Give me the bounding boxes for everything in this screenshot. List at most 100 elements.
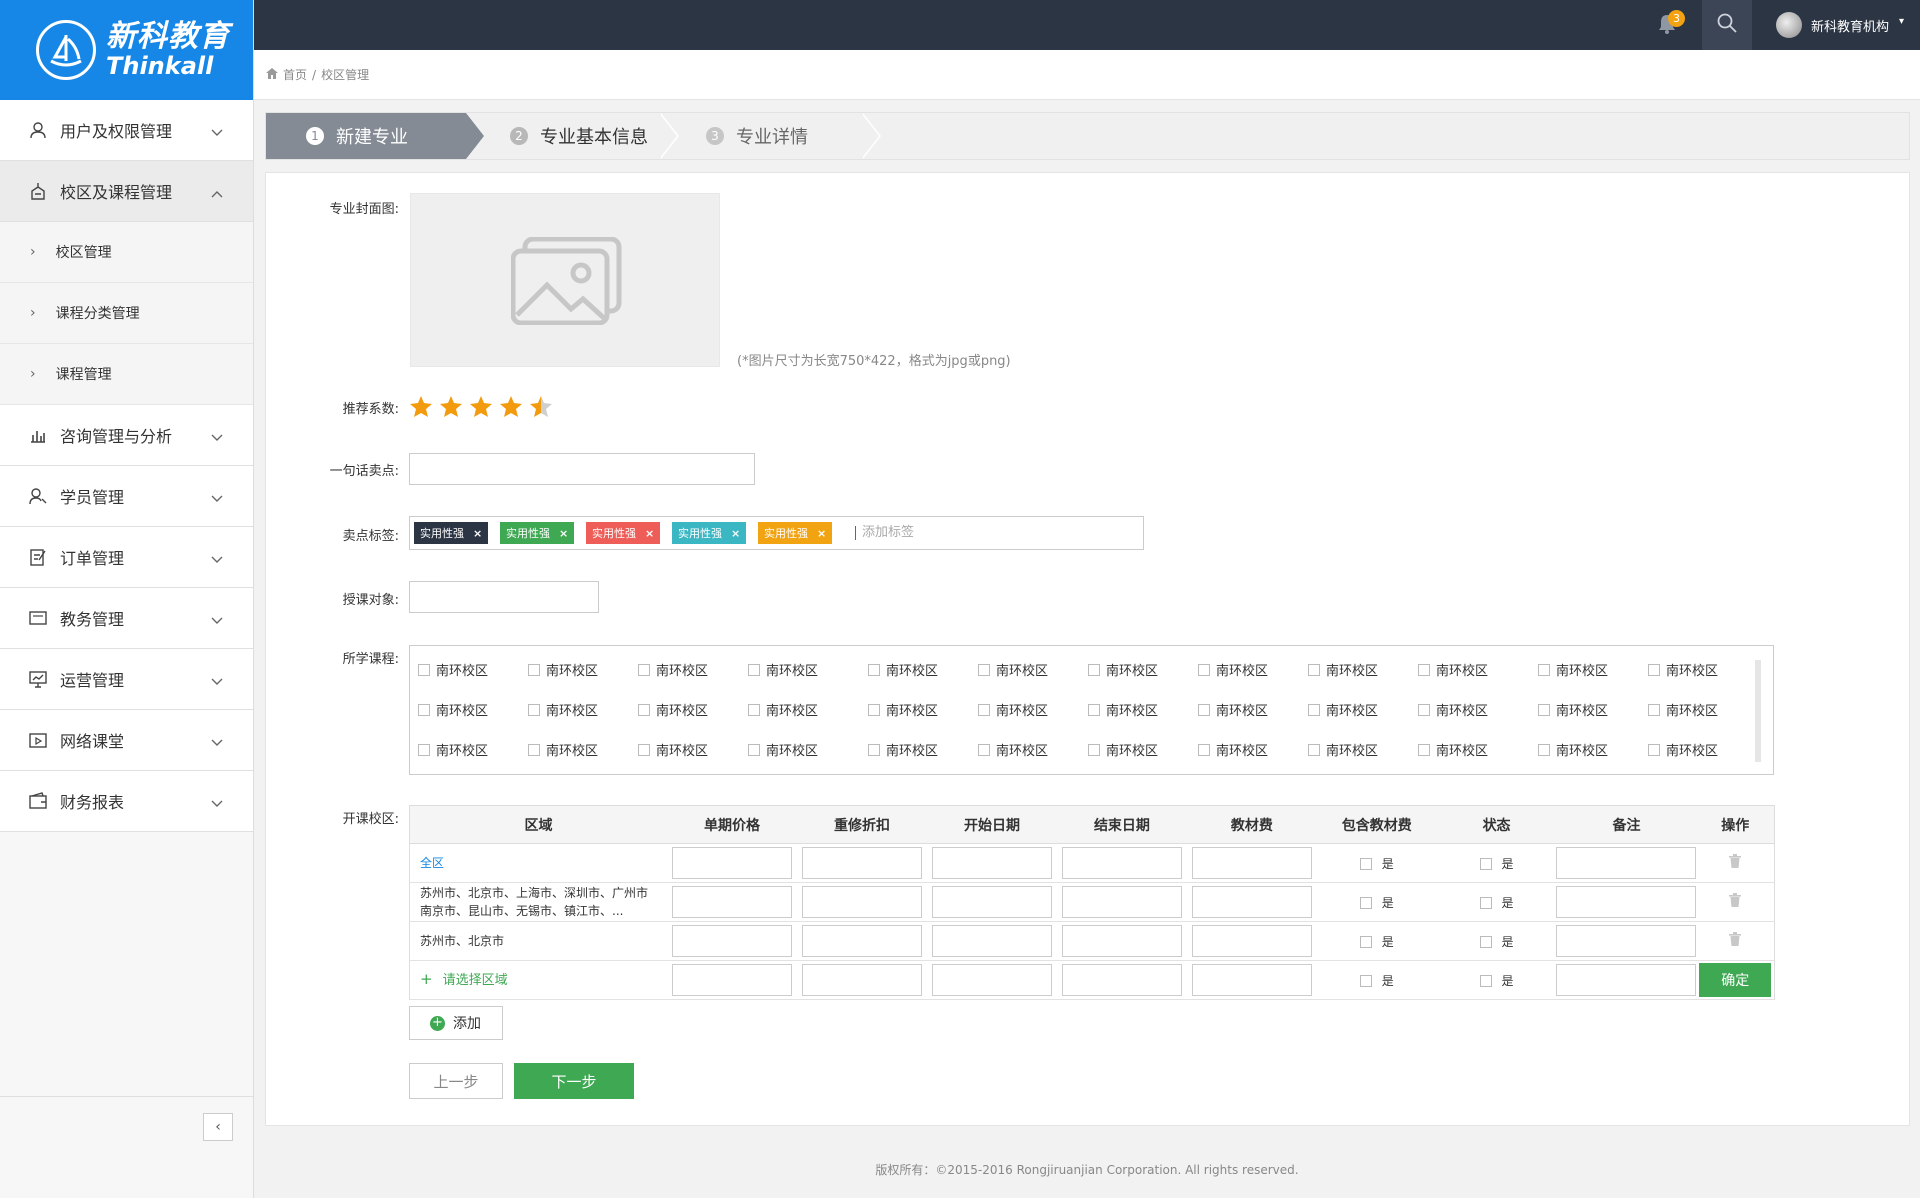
course-checkbox[interactable]: 南环校区 <box>748 700 818 719</box>
checkbox[interactable] <box>1648 663 1660 676</box>
sidebar-item-students[interactable]: 学员管理 <box>0 466 253 527</box>
table-cell-input[interactable] <box>1061 886 1182 918</box>
course-checkbox[interactable]: 南环校区 <box>868 700 938 719</box>
checkbox[interactable] <box>1359 975 1372 987</box>
slogan-input[interactable] <box>409 453 755 485</box>
checkbox[interactable] <box>748 743 760 756</box>
table-cell-input[interactable] <box>1191 847 1312 879</box>
table-cell-input[interactable] <box>931 964 1052 996</box>
course-checkbox[interactable]: 南环校区 <box>1648 700 1718 719</box>
checkbox[interactable] <box>868 663 880 676</box>
checkbox[interactable] <box>1359 897 1372 909</box>
checkbox[interactable] <box>1418 663 1430 676</box>
star-icon[interactable] <box>499 395 523 422</box>
table-cell-input[interactable] <box>1191 886 1312 918</box>
course-checkbox[interactable]: 南环校区 <box>1198 660 1268 679</box>
checkbox[interactable] <box>868 743 880 756</box>
course-checkbox[interactable]: 南环校区 <box>1308 740 1378 759</box>
table-cell-input[interactable] <box>802 847 922 879</box>
close-icon[interactable]: × <box>473 527 482 540</box>
course-checkbox[interactable]: 南环校区 <box>868 660 938 679</box>
course-checkbox[interactable]: 南环校区 <box>978 740 1048 759</box>
step-basic-info[interactable]: 2 专业基本信息 <box>492 113 648 159</box>
checkbox[interactable] <box>1479 936 1492 948</box>
trash-icon[interactable] <box>1729 893 1742 911</box>
table-cell-input[interactable] <box>931 847 1052 879</box>
table-cell-input[interactable] <box>1191 925 1312 957</box>
checkbox[interactable] <box>1198 743 1210 756</box>
checkbox[interactable] <box>1418 703 1430 716</box>
close-icon[interactable]: × <box>817 527 826 540</box>
course-checkbox[interactable]: 南环校区 <box>528 740 598 759</box>
table-cell-input[interactable] <box>802 886 922 918</box>
sidebar-collapse-button[interactable]: ‹ <box>203 1113 233 1141</box>
checkbox[interactable] <box>418 703 430 716</box>
course-checkbox[interactable]: 南环校区 <box>1308 700 1378 719</box>
table-cell-input[interactable] <box>672 964 793 996</box>
region-link[interactable]: 全区 <box>420 854 444 872</box>
table-cell-input[interactable] <box>1061 925 1182 957</box>
remark-input[interactable] <box>1556 925 1697 957</box>
checkbox[interactable] <box>1538 743 1550 756</box>
course-checkbox[interactable]: 南环校区 <box>1418 660 1488 679</box>
brand-logo[interactable]: 新科教育 Thinkall <box>0 0 253 100</box>
prev-step-button[interactable]: 上一步 <box>409 1063 503 1099</box>
course-checkbox[interactable]: 南环校区 <box>638 660 708 679</box>
home-icon[interactable] <box>266 67 278 82</box>
checkbox[interactable] <box>418 663 430 676</box>
checkbox[interactable] <box>748 663 760 676</box>
trash-icon[interactable] <box>1729 854 1742 872</box>
checkbox[interactable] <box>1308 743 1320 756</box>
table-cell-input[interactable] <box>672 925 793 957</box>
course-checkbox[interactable]: 南环校区 <box>638 700 708 719</box>
confirm-button[interactable]: 确定 <box>1699 963 1772 997</box>
checkbox[interactable] <box>1359 858 1372 870</box>
course-checkbox[interactable]: 南环校区 <box>868 740 938 759</box>
course-checkbox[interactable]: 南环校区 <box>528 660 598 679</box>
close-icon[interactable]: × <box>645 527 654 540</box>
sidebar-item-users[interactable]: 用户及权限管理 <box>0 100 253 161</box>
next-step-button[interactable]: 下一步 <box>514 1063 634 1099</box>
table-cell-input[interactable] <box>1191 964 1312 996</box>
close-icon[interactable]: × <box>731 527 740 540</box>
remark-input[interactable] <box>1556 886 1697 918</box>
checkbox[interactable] <box>1359 936 1372 948</box>
scrollbar[interactable] <box>1755 660 1761 762</box>
course-checkbox[interactable]: 南环校区 <box>418 660 488 679</box>
checkbox[interactable] <box>1538 663 1550 676</box>
course-checkbox[interactable]: 南环校区 <box>748 740 818 759</box>
checkbox[interactable] <box>638 663 650 676</box>
cover-image-upload[interactable] <box>410 193 720 367</box>
checkbox[interactable] <box>1648 743 1660 756</box>
checkbox[interactable] <box>1088 663 1100 676</box>
checkbox[interactable] <box>978 743 990 756</box>
checkbox[interactable] <box>1479 975 1492 987</box>
star-half-icon[interactable] <box>529 395 553 422</box>
checkbox[interactable] <box>528 743 540 756</box>
checkbox[interactable] <box>418 743 430 756</box>
sidebar-subitem-course[interactable]: › 课程管理 <box>0 344 253 405</box>
course-checkbox[interactable]: 南环校区 <box>1418 740 1488 759</box>
course-checkbox[interactable]: 南环校区 <box>1088 660 1158 679</box>
star-icon[interactable] <box>469 395 493 422</box>
course-checkbox[interactable]: 南环校区 <box>1648 660 1718 679</box>
table-cell-input[interactable] <box>1061 847 1182 879</box>
course-checkbox[interactable]: 南环校区 <box>418 700 488 719</box>
checkbox[interactable] <box>1198 663 1210 676</box>
star-icon[interactable] <box>439 395 463 422</box>
course-checkbox[interactable]: 南环校区 <box>978 660 1048 679</box>
sidebar-item-operations[interactable]: 运营管理 <box>0 649 253 710</box>
course-checkbox[interactable]: 南环校区 <box>978 700 1048 719</box>
checkbox[interactable] <box>528 663 540 676</box>
checkbox[interactable] <box>638 703 650 716</box>
sidebar-item-academic[interactable]: 教务管理 <box>0 588 253 649</box>
breadcrumb-home[interactable]: 首页 <box>283 66 307 83</box>
checkbox[interactable] <box>1088 703 1100 716</box>
checkbox[interactable] <box>978 663 990 676</box>
course-checkbox[interactable]: 南环校区 <box>1088 700 1158 719</box>
tag-input-placeholder[interactable]: 添加标签 <box>855 526 914 540</box>
sidebar-subitem-course-category[interactable]: › 课程分类管理 <box>0 283 253 344</box>
checkbox[interactable] <box>978 703 990 716</box>
step-new-major[interactable]: 1 新建专业 <box>266 113 466 159</box>
close-icon[interactable]: × <box>559 527 568 540</box>
